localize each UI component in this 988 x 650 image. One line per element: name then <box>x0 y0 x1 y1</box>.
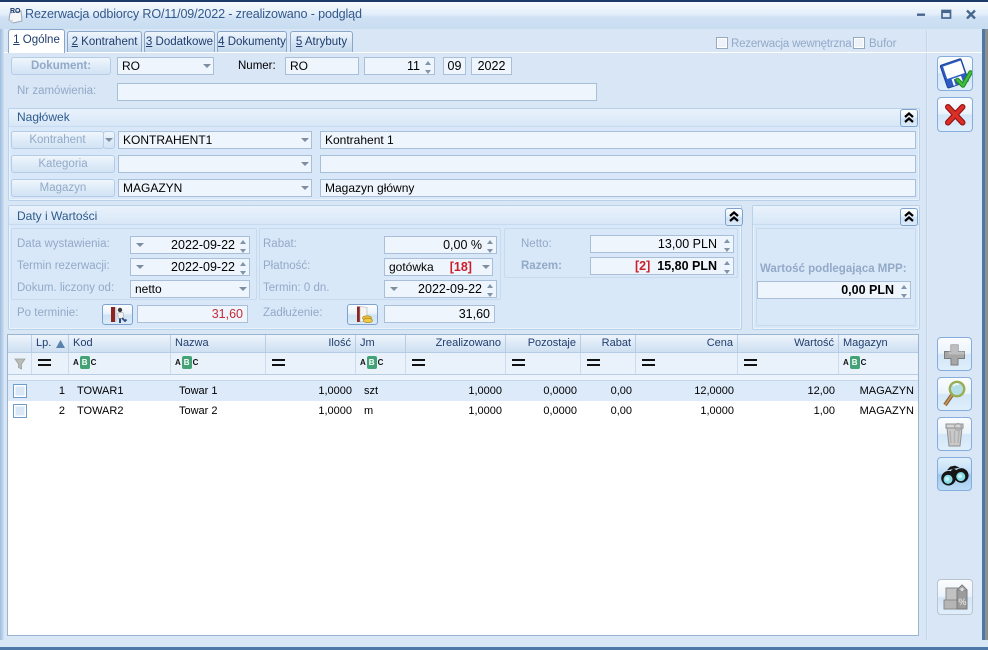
svg-text:%: % <box>959 597 967 607</box>
svg-text:RO: RO <box>10 8 21 15</box>
